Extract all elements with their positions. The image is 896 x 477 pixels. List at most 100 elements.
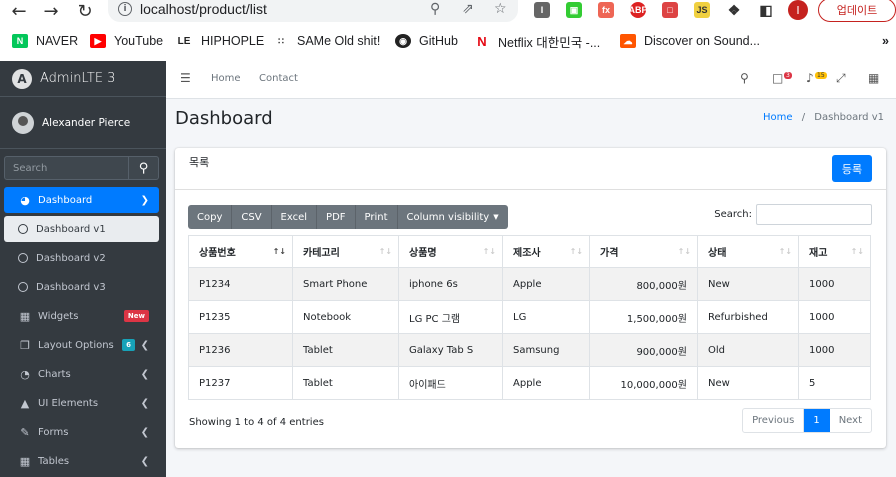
export-button-group: Copy CSV Excel PDF Print Column visibili… (188, 205, 508, 229)
user-avatar (12, 111, 34, 134)
table-row[interactable]: P1235 Notebook LG PC 그램 LG 1,500,000원 Re… (188, 300, 871, 334)
user-panel[interactable]: Alexander Pierce (0, 97, 166, 149)
sidebar-item-dashboard-v3[interactable]: Dashboard v3 (4, 274, 159, 300)
product-list-card: 목록 등록 Copy CSV Excel PDF Print Column vi… (175, 148, 886, 448)
sidebar: A AdminLTE 3 Alexander Pierce Search ⚲ ◕… (0, 61, 166, 477)
sidebar-item-charts[interactable]: ◔ Charts ❮ (4, 361, 159, 387)
chevron-left-icon: ❮ (140, 368, 149, 380)
circle-icon (18, 253, 28, 263)
breadcrumb-home[interactable]: Home (763, 112, 793, 123)
reload-icon[interactable]: ↻ (74, 0, 96, 22)
info-icon[interactable]: i (118, 2, 132, 16)
bookmark-netflix[interactable]: N Netflix 대한민국 -... (474, 32, 600, 50)
chevron-left-icon: ❮ (140, 339, 149, 351)
puzzle-icon[interactable]: ❖ (726, 2, 742, 18)
print-button[interactable]: Print (356, 205, 398, 229)
brand[interactable]: A AdminLTE 3 (0, 61, 166, 97)
top-navbar: ☰ Home Contact ⚲ □ 3 ♪ 15 ⤢ ▦ (166, 61, 896, 99)
pagination: Previous 1 Next (742, 408, 872, 433)
bookmark-soundcloud[interactable]: ☁ Discover on Sound... (620, 32, 760, 50)
column-visibility-button[interactable]: Column visibility ▼ (398, 205, 508, 229)
column-header[interactable]: 카테고리 ↑↓ (292, 235, 399, 268)
previous-button[interactable]: Previous (743, 409, 805, 432)
cell: Smart Phone (292, 267, 399, 301)
column-header[interactable]: 상품명 ↑↓ (398, 235, 503, 268)
cell: 1,500,000원 (589, 300, 698, 334)
sidebar-item-tables[interactable]: ▦ Tables ❮ (4, 448, 159, 474)
column-header[interactable]: 상품번호 ↑↓ (188, 235, 293, 268)
bookmark-youtube[interactable]: ▶ YouTube (90, 32, 163, 50)
bell-icon[interactable]: ♪ (806, 71, 814, 85)
sidepanel-icon[interactable]: ◧ (758, 2, 774, 18)
fullscreen-icon[interactable]: ⤢ (836, 71, 846, 86)
cell: P1237 (188, 366, 293, 400)
hamburger-icon[interactable]: ☰ (180, 71, 191, 85)
search-icon[interactable]: ⚲ (430, 1, 440, 17)
cell: Galaxy Tab S (398, 333, 503, 367)
search-icon[interactable]: ⚲ (129, 156, 159, 180)
forward-icon[interactable]: → (40, 0, 62, 22)
comments-icon[interactable]: □ (772, 71, 783, 85)
star-icon[interactable]: ☆ (494, 1, 507, 17)
sidebar-search-input[interactable]: Search (4, 156, 129, 180)
csv-button[interactable]: CSV (232, 205, 272, 229)
profile-avatar[interactable]: I (788, 0, 808, 20)
bookmark-hiphople[interactable]: LE HIPHOPLE (175, 32, 264, 50)
copy-button[interactable]: Copy (188, 205, 233, 229)
table-info: Showing 1 to 4 of 4 entries (189, 417, 324, 428)
cell: P1235 (188, 300, 293, 334)
sidebar-item-forms[interactable]: ✎ Forms ❮ (4, 419, 159, 445)
breadcrumb-current: Dashboard v1 (814, 112, 884, 123)
cell: Tablet (292, 366, 399, 400)
js-icon[interactable]: JS (694, 2, 710, 18)
bookmark-naver[interactable]: N NAVER (12, 32, 78, 50)
page-1-button[interactable]: 1 (804, 409, 830, 432)
table-row[interactable]: P1236 Tablet Galaxy Tab S Samsung 900,00… (188, 333, 871, 367)
apps-icon[interactable]: ▦ (868, 71, 879, 85)
register-button[interactable]: 등록 (832, 155, 872, 182)
sidebar-menu: ◕ Dashboard ❯ Dashboard v1 Dashboard v2 Da… (4, 187, 159, 477)
cell: 아이패드 (398, 366, 503, 400)
table-row[interactable]: P1237 Tablet 아이패드 Apple 10,000,000원 New … (188, 366, 871, 400)
search-icon[interactable]: ⚲ (740, 71, 749, 85)
table-row[interactable]: P1234 Smart Phone iphone 6s Apple 800,00… (188, 267, 871, 301)
sidebar-item-dashboard[interactable]: ◕ Dashboard ❯ (4, 187, 159, 213)
extension-icon[interactable]: □ (662, 2, 678, 18)
column-header[interactable]: 상태 ↑↓ (697, 235, 799, 268)
bookmark-same-old[interactable]: ∷ SAMe Old shit! (273, 32, 380, 50)
sidebar-item-dashboard-v2[interactable]: Dashboard v2 (4, 245, 159, 271)
cell: Notebook (292, 300, 399, 334)
extension-icon[interactable]: ▣ (566, 2, 582, 18)
sort-icon: ↑↓ (677, 247, 691, 256)
sort-icon: ↑↓ (778, 247, 792, 256)
caret-down-icon: ▼ (493, 213, 499, 221)
extension-icon[interactable]: I (534, 2, 550, 18)
more-bookmarks-icon[interactable]: » (882, 32, 889, 50)
breadcrumb-separator: / (801, 112, 806, 123)
sidebar-item-layout-options[interactable]: ❐ Layout Options 6 ❮ (4, 332, 159, 358)
cell: P1234 (188, 267, 293, 301)
nav-link-home[interactable]: Home (211, 73, 241, 84)
excel-button[interactable]: Excel (272, 205, 318, 229)
pdf-button[interactable]: PDF (317, 205, 356, 229)
nav-link-contact[interactable]: Contact (259, 73, 298, 84)
netflix-icon: N (474, 34, 490, 49)
cell: Tablet (292, 333, 399, 367)
next-button[interactable]: Next (830, 409, 871, 432)
sidebar-item-widgets[interactable]: ▦ Widgets New (4, 303, 159, 329)
column-header[interactable]: 재고 ↑↓ (798, 235, 871, 268)
tree-icon: ▲ (20, 396, 30, 410)
address-bar[interactable]: i localhost/product/list ⚲ ⇗ ☆ (108, 0, 518, 22)
column-header[interactable]: 가격 ↑↓ (589, 235, 698, 268)
adblock-icon[interactable]: ABP (629, 2, 648, 18)
table-search-input[interactable] (756, 204, 872, 225)
share-icon[interactable]: ⇗ (462, 1, 474, 17)
column-header[interactable]: 제조사 ↑↓ (502, 235, 590, 268)
extension-icon[interactable]: fx (598, 2, 614, 18)
bookmark-github[interactable]: ◉ GitHub (395, 32, 458, 50)
back-icon[interactable]: ← (8, 0, 30, 22)
browser-toolbar: ← → ↻ i localhost/product/list ⚲ ⇗ ☆ I ▣… (0, 0, 896, 23)
sidebar-item-dashboard-v1[interactable]: Dashboard v1 (4, 216, 159, 242)
update-button[interactable]: 업데이트 (818, 0, 896, 22)
sidebar-item-ui-elements[interactable]: ▲ UI Elements ❮ (4, 390, 159, 416)
